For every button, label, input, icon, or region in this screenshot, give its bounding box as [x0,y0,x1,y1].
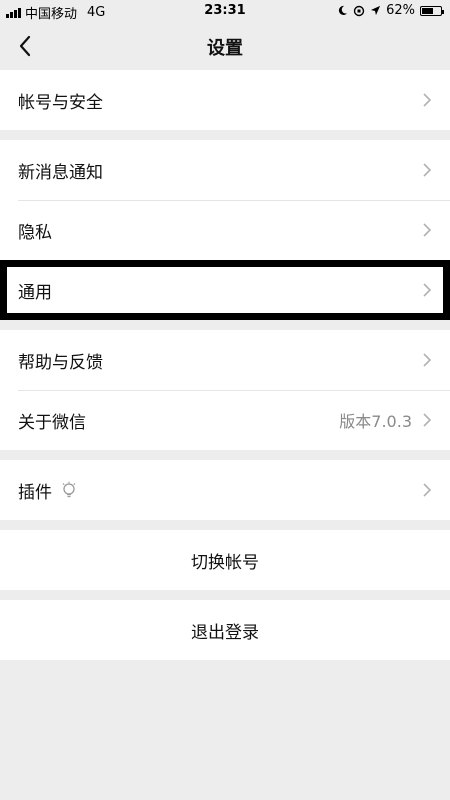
logout-button[interactable]: 退出登录 [0,600,450,660]
row-label: 通用 [18,282,52,303]
chevron-right-icon [423,223,432,237]
row-account-security[interactable]: 帐号与安全 [0,70,450,130]
location-icon [371,5,381,16]
orientation-lock-icon [353,5,365,16]
row-label: 插件 [18,482,52,503]
group-logout: 退出登录 [0,600,450,660]
battery-percent: 62% [386,3,415,18]
button-label: 切换帐号 [191,552,259,573]
group-account: 帐号与安全 [0,70,450,130]
button-label: 退出登录 [191,622,259,643]
navigation-bar: 设置 [0,22,450,70]
chevron-right-icon [423,413,432,427]
chevron-right-icon [423,283,432,297]
lightbulb-icon [62,481,76,498]
row-general[interactable]: 通用 [0,260,450,320]
battery-icon [420,5,444,16]
row-privacy[interactable]: 隐私 [0,200,450,260]
version-value: 版本7.0.3 [339,412,412,431]
row-label: 关于微信 [18,412,86,433]
row-help-feedback[interactable]: 帮助与反馈 [0,330,450,390]
chevron-right-icon [423,483,432,497]
row-label: 隐私 [18,222,52,243]
row-plugins[interactable]: 插件 [0,460,450,520]
moon-icon [338,5,348,16]
status-bar: 中国移动 4G 23:31 62% [0,0,450,22]
row-about[interactable]: 关于微信 版本7.0.3 [0,390,450,450]
status-right: 62% [337,3,444,18]
row-label: 帮助与反馈 [18,352,103,373]
row-notifications[interactable]: 新消息通知 [0,140,450,200]
group-switch-account: 切换帐号 [0,530,450,590]
page-title: 设置 [207,38,243,59]
chevron-right-icon [423,163,432,177]
chevron-right-icon [423,353,432,367]
switch-account-button[interactable]: 切换帐号 [0,530,450,590]
group-plugins: 插件 [0,460,450,520]
chevron-right-icon [423,93,432,107]
row-label: 帐号与安全 [18,92,103,113]
row-label: 新消息通知 [18,162,103,183]
group-help: 帮助与反馈 关于微信 版本7.0.3 [0,330,450,450]
group-settings: 新消息通知 隐私 通用 [0,140,450,320]
